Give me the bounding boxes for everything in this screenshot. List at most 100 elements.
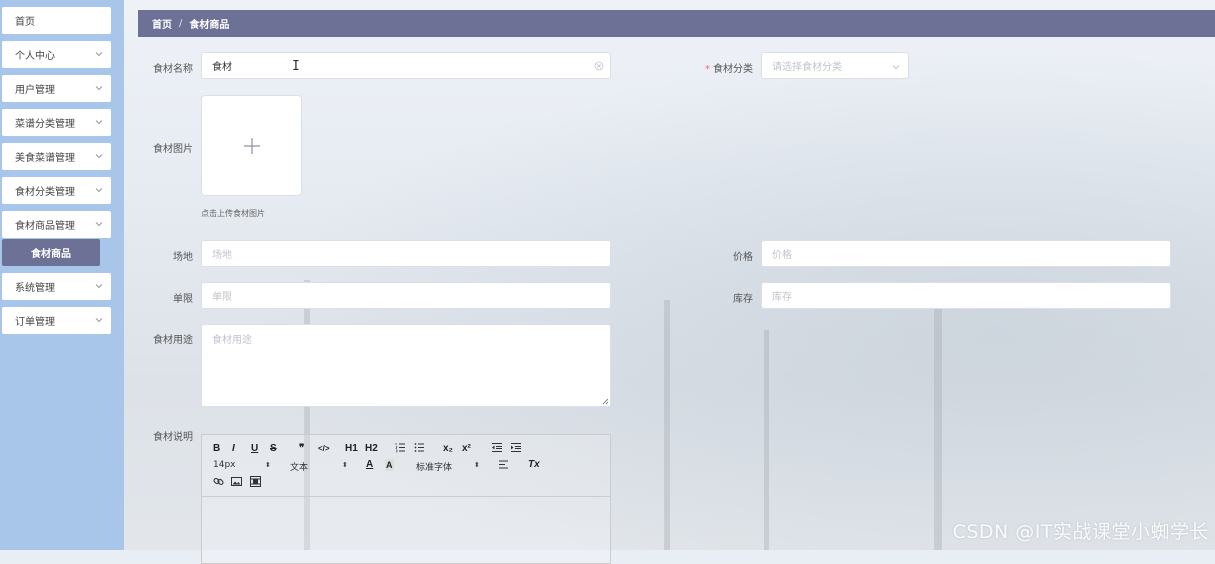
bullet-list-icon[interactable] [414,442,425,453]
clear-format-button[interactable]: Tx [528,459,540,471]
background-decoration [934,290,942,550]
indent-icon[interactable] [510,442,522,453]
resize-handle-icon[interactable] [602,398,609,405]
text-style-select[interactable]: 文本 ⬍ [290,460,350,473]
sidebar-item-label: 订单管理 [15,317,55,328]
ordered-list-icon[interactable] [395,442,406,453]
usage-label: 食材用途 [153,335,193,346]
sidebar-item-ingredient-category[interactable]: 食材分类管理 [2,177,111,204]
text-style-value: 文本 [290,463,309,473]
code-button[interactable]: </> [318,443,330,455]
sidebar-item-home[interactable]: 首页 [2,7,111,34]
sidebar-item-orders[interactable]: 订单管理 [2,307,111,334]
select-arrows-icon: ⬍ [265,461,271,469]
sidebar-item-recipe-category[interactable]: 菜谱分类管理 [2,109,111,136]
name-input[interactable]: 食材 I [201,52,611,79]
chevron-down-icon [95,222,103,227]
background-color-icon[interactable]: A [385,459,394,471]
image-icon[interactable] [231,476,242,487]
sidebar-item-recipes[interactable]: 美食菜谱管理 [2,143,111,170]
text-cursor-icon: I [292,59,300,74]
chevron-down-icon [95,120,103,125]
background-decoration [764,330,769,550]
underline-button[interactable]: U [251,443,258,455]
blockquote-button[interactable]: ❞ [299,443,304,455]
clear-icon[interactable] [594,61,604,71]
name-input-value: 食材 [212,62,232,73]
sidebar-item-users[interactable]: 用户管理 [2,75,111,102]
select-arrows-icon: ⬍ [474,461,480,469]
sidebar-item-label: 美食菜谱管理 [15,153,75,164]
subscript-button[interactable]: x₂ [443,443,453,455]
category-select[interactable]: 请选择食材分类 [761,52,909,79]
usage-textarea[interactable]: 食材用途 [201,324,611,407]
chevron-down-icon [95,52,103,57]
font-family-value: 标准字体 [416,463,453,473]
background-decoration [664,300,670,550]
chevron-down-icon [95,154,103,159]
outdent-icon[interactable] [491,442,503,453]
align-icon[interactable] [498,459,509,470]
name-label: 食材名称 [153,64,193,75]
price-input[interactable]: 价格 [761,240,1171,267]
price-placeholder: 价格 [772,250,792,261]
stock-input[interactable]: 库存 [761,282,1171,309]
sidebar-item-label: 菜谱分类管理 [15,119,75,130]
sidebar-subitem-label: 食材商品 [31,249,71,260]
limit-placeholder: 单限 [212,292,232,303]
venue-label: 场地 [173,252,193,263]
heading1-button[interactable]: H1 [345,443,358,455]
plus-icon [243,137,260,154]
sidebar-item-system[interactable]: 系统管理 [2,273,111,300]
sidebar-subitem-ingredient-goods[interactable]: 食材商品 [2,239,100,266]
usage-placeholder: 食材用途 [212,335,252,346]
price-label: 价格 [733,252,753,263]
select-arrows-icon: ⬍ [342,461,348,469]
limit-label: 单限 [173,294,193,305]
font-color-icon[interactable]: A [366,459,373,471]
editor-content-area[interactable] [202,497,610,563]
sidebar-item-label: 系统管理 [15,283,55,294]
upload-hint: 点击上传食材图片 [201,209,265,218]
italic-button[interactable]: I [232,443,235,455]
link-icon[interactable] [213,476,224,487]
stock-placeholder: 库存 [772,292,792,303]
limit-input[interactable]: 单限 [201,282,611,309]
superscript-button[interactable]: x² [462,443,471,455]
category-label-text: 食材分类 [713,64,753,75]
sidebar-item-ingredient-goods[interactable]: 食材商品管理 [2,211,111,238]
sidebar: 首页 个人中心 用户管理 菜谱分类管理 美食菜谱管理 食材分类管理 食材商品管理… [0,0,124,550]
breadcrumb-separator: / [179,18,183,29]
video-icon[interactable] [250,476,261,487]
required-mark: * [705,64,710,75]
chevron-down-icon [95,86,103,91]
strikethrough-button[interactable]: S [270,443,277,455]
chevron-down-icon [95,284,103,289]
venue-input[interactable]: 场地 [201,240,611,267]
heading2-button[interactable]: H2 [365,443,378,455]
font-size-value: 14px [213,460,236,470]
watermark: CSDN @IT实战课堂小蜘学长 [952,521,1209,543]
category-placeholder: 请选择食材分类 [772,62,842,73]
sidebar-item-profile[interactable]: 个人中心 [2,41,111,68]
sidebar-item-label: 首页 [15,17,35,28]
breadcrumb-home[interactable]: 首页 [152,16,172,31]
image-upload-button[interactable] [201,95,302,196]
rich-text-editor: B I U S ❞ </> H1 H2 x₂ x² 14px ⬍ 文本 ⬍ A … [201,434,611,564]
category-label: * 食材分类 [690,60,753,75]
font-size-select[interactable]: 14px ⬍ [213,460,273,470]
image-label: 食材图片 [153,144,193,155]
description-label: 食材说明 [153,432,193,443]
chevron-down-icon [892,65,900,70]
bold-button[interactable]: B [213,443,220,455]
breadcrumb: 首页 / 食材商品 [138,10,1215,37]
sidebar-item-label: 食材分类管理 [15,187,75,198]
breadcrumb-current: 食材商品 [189,20,230,31]
sidebar-item-label: 用户管理 [15,85,55,96]
venue-placeholder: 场地 [212,250,232,261]
editor-toolbar: B I U S ❞ </> H1 H2 x₂ x² 14px ⬍ 文本 ⬍ A … [202,435,610,497]
chevron-down-icon [95,318,103,323]
chevron-down-icon [95,188,103,193]
sidebar-item-label: 个人中心 [15,51,55,62]
font-family-select[interactable]: 标准字体 ⬍ [416,460,486,473]
